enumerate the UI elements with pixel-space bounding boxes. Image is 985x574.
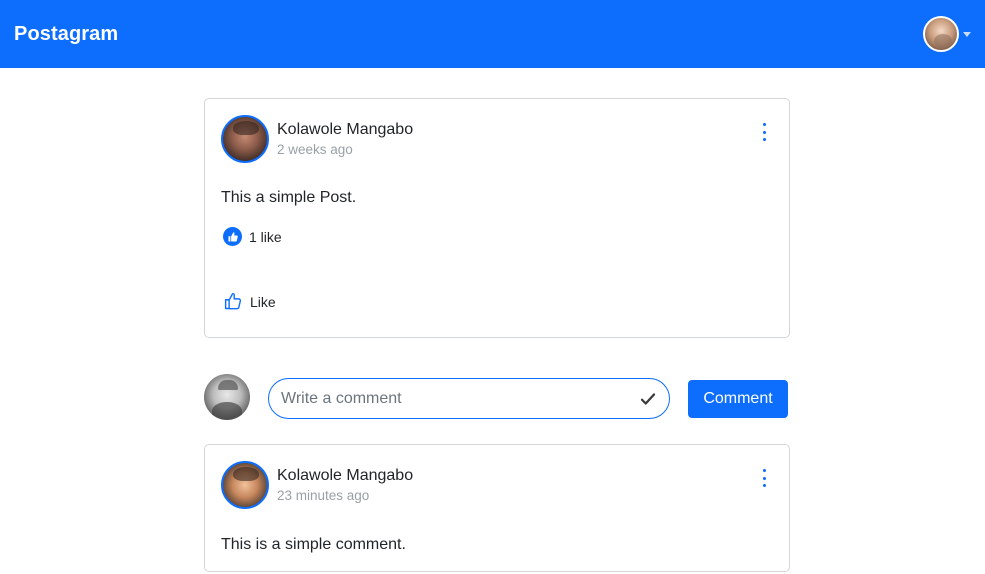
post-card: Kolawole Mangabo 2 weeks ago This a simp…	[204, 98, 790, 338]
post-timestamp: 2 weeks ago	[277, 141, 353, 157]
comment-author-name[interactable]: Kolawole Mangabo	[277, 466, 413, 486]
check-icon[interactable]	[639, 390, 657, 408]
user-menu[interactable]	[923, 16, 971, 52]
top-navbar: Postagram	[0, 0, 985, 68]
comment-card: Kolawole Mangabo 23 minutes ago This is …	[204, 444, 790, 572]
comment-input-wrapper	[268, 378, 670, 419]
post-author-name[interactable]: Kolawole Mangabo	[277, 120, 413, 140]
kebab-menu-icon[interactable]	[761, 469, 767, 487]
comment-author-avatar[interactable]	[221, 461, 269, 509]
post-likes-count: 1 like	[223, 227, 282, 246]
brand-logo[interactable]: Postagram	[14, 23, 118, 46]
commenter-avatar	[204, 374, 250, 420]
post-body: This a simple Post.	[221, 189, 357, 206]
comment-input[interactable]	[281, 389, 639, 408]
post-header: Kolawole Mangabo 2 weeks ago	[221, 115, 413, 163]
comment-form: Comment	[204, 372, 790, 422]
thumbs-up-outline-icon	[224, 293, 242, 310]
comment-meta: Kolawole Mangabo 23 minutes ago	[277, 466, 413, 505]
comment-submit-button[interactable]: Comment	[688, 380, 788, 418]
like-label: Like	[250, 293, 276, 310]
comment-header: Kolawole Mangabo 23 minutes ago	[221, 461, 413, 509]
comment-body: This is a simple comment.	[221, 536, 406, 553]
post-author-avatar[interactable]	[221, 115, 269, 163]
comment-timestamp: 23 minutes ago	[277, 487, 370, 503]
like-button[interactable]: Like	[223, 291, 276, 312]
likes-text: 1 like	[249, 228, 282, 245]
thumbs-up-filled-icon	[223, 227, 242, 246]
user-avatar[interactable]	[923, 16, 959, 52]
kebab-menu-icon[interactable]	[761, 123, 767, 141]
caret-down-icon[interactable]	[963, 31, 971, 37]
post-meta: Kolawole Mangabo 2 weeks ago	[277, 120, 413, 159]
